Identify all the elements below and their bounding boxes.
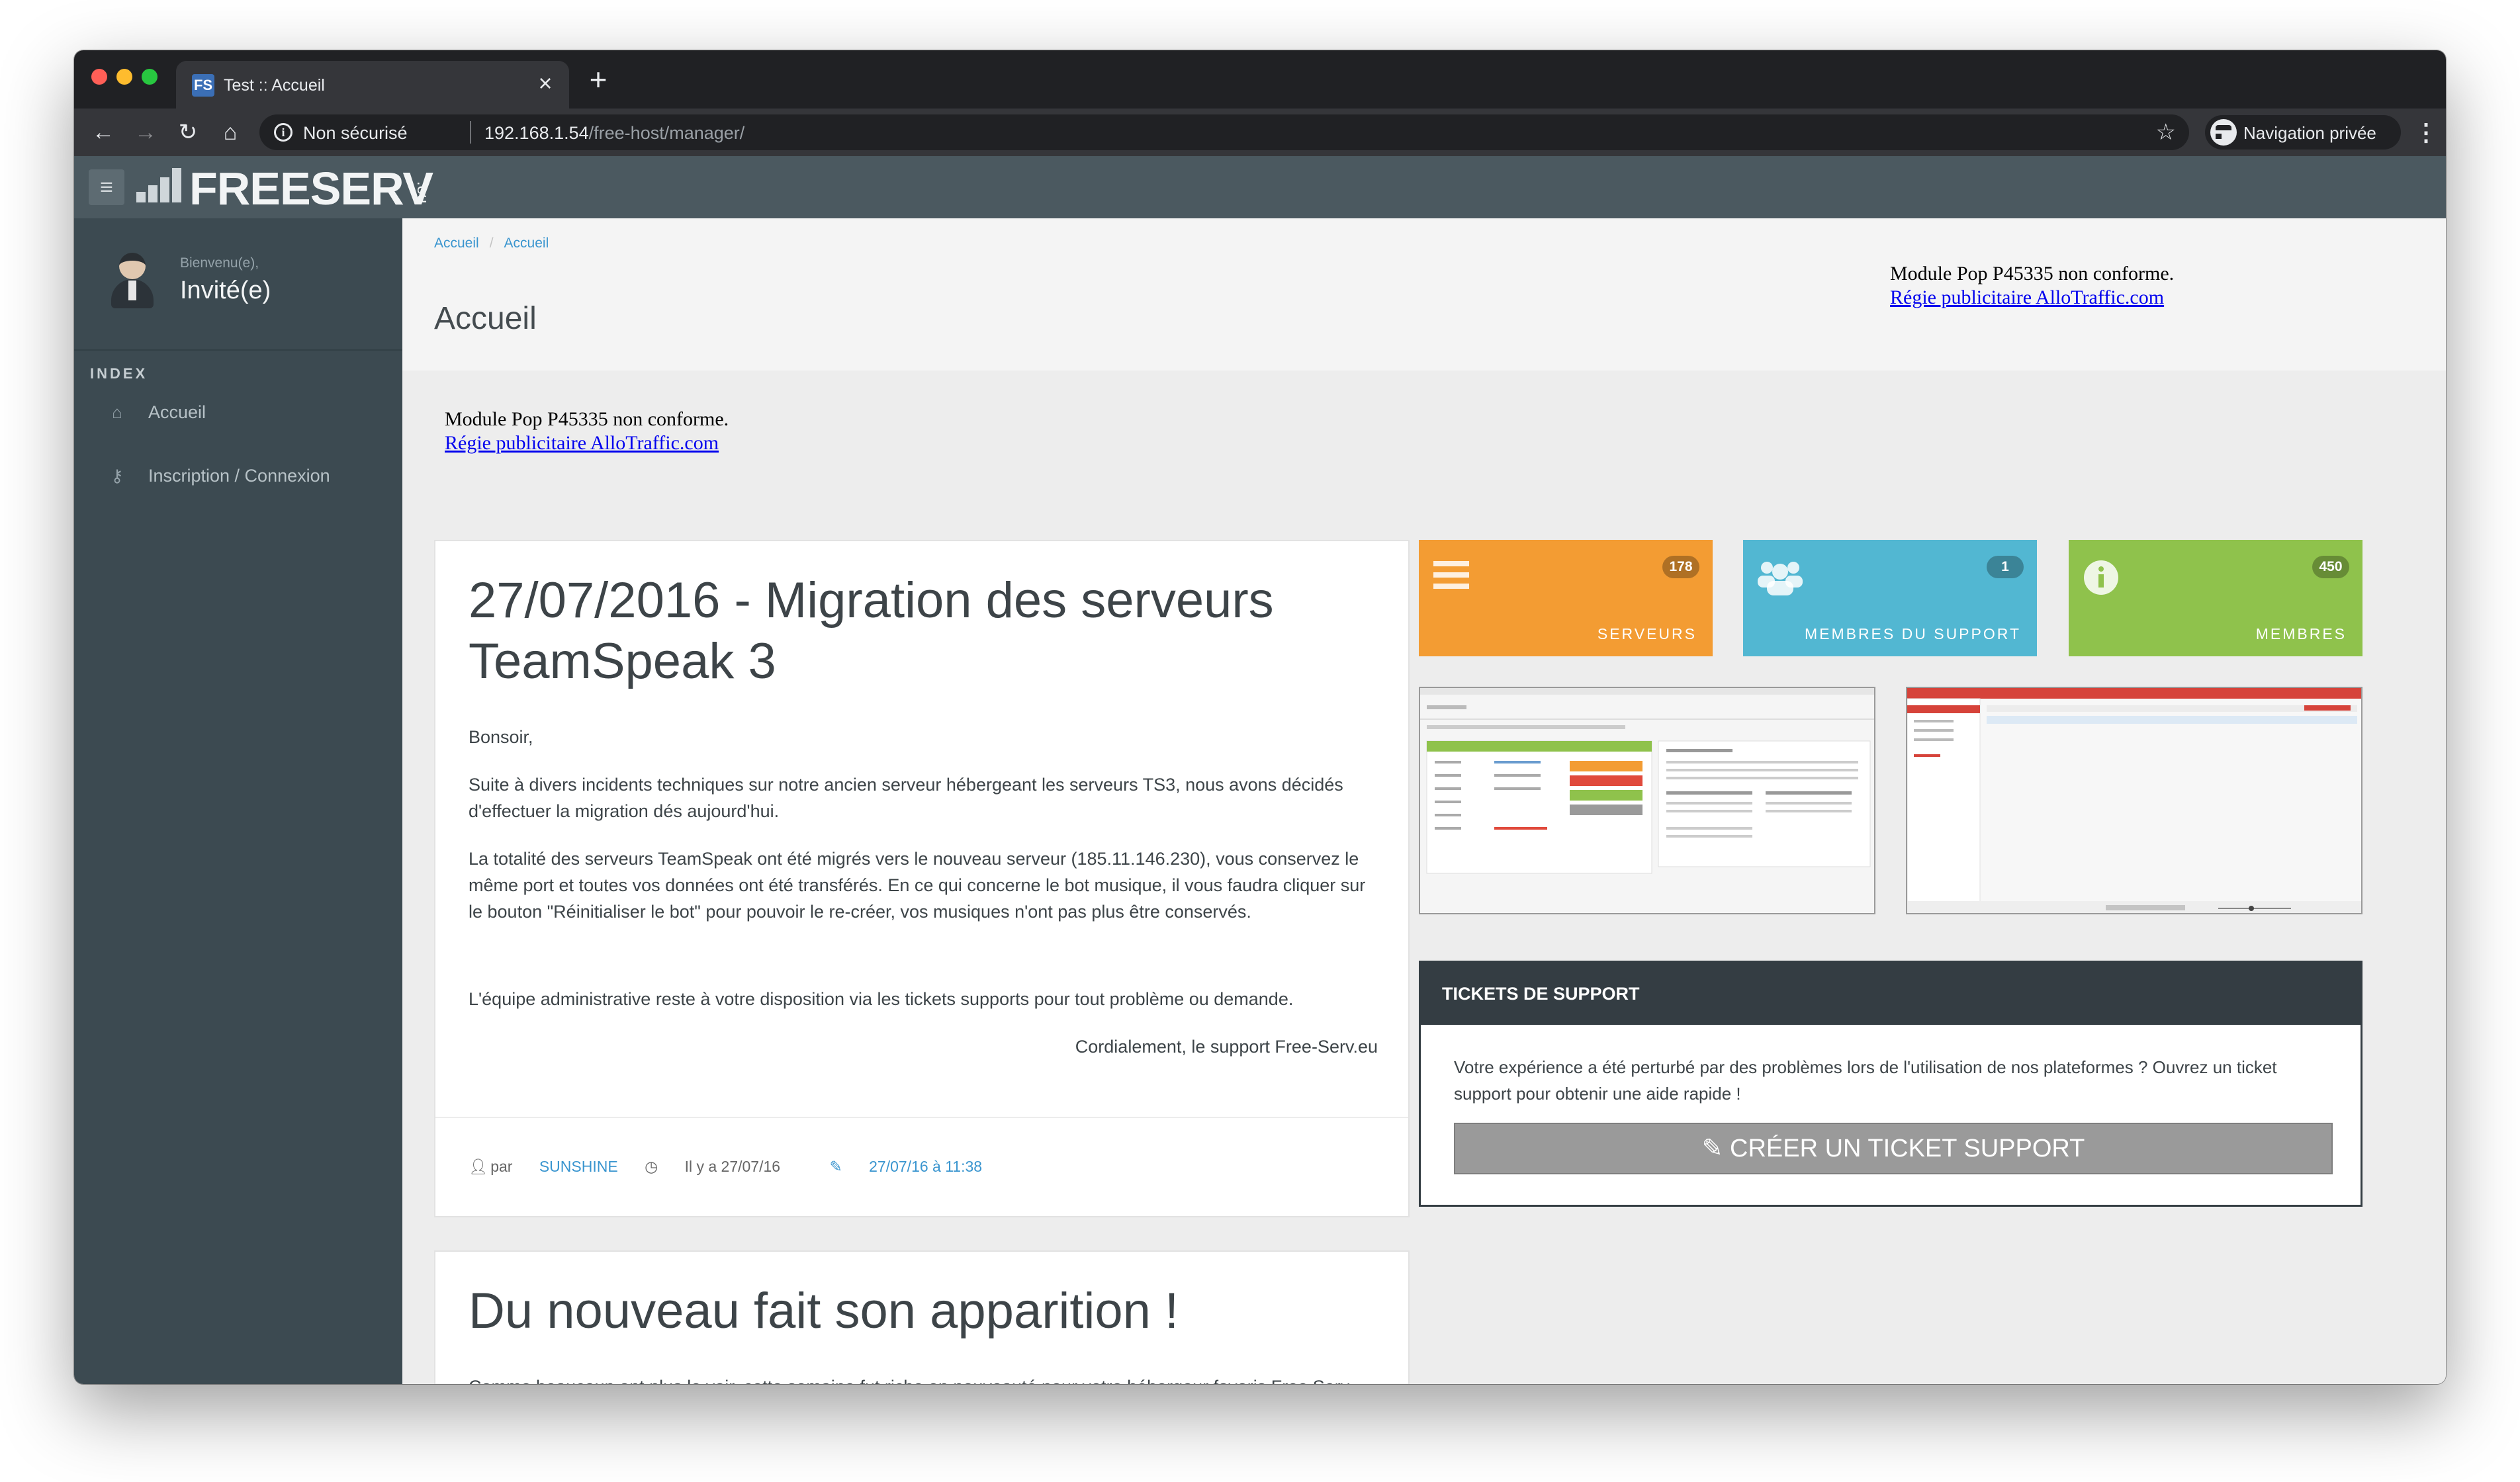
post-footer: 👤︎ par SUNSHINE ◷ Il y a 27/07/16 ✎ 27/07… — [435, 1117, 1408, 1216]
ad-banner-main: Module Pop P45335 non conforme. Régie pu… — [445, 408, 729, 455]
ad-banner-top: Module Pop P45335 non conforme. Régie pu… — [1890, 262, 2174, 310]
reload-icon[interactable]: ↻ — [172, 116, 204, 148]
info-icon[interactable]: i — [274, 123, 292, 142]
stat-label: MEMBRES DU SUPPORT — [1804, 625, 2021, 642]
sidebar-item-label: Inscription / Connexion — [148, 466, 330, 486]
incognito-indicator[interactable]: Navigation privée — [2205, 115, 2401, 150]
url-text[interactable]: 192.168.1.54/free-host/manager/ — [484, 123, 744, 143]
author: 👤︎ par SUNSHINE — [469, 1158, 618, 1175]
back-arrow-icon[interactable]: ← — [87, 116, 119, 148]
user-icon: 👤︎ — [469, 1158, 488, 1175]
post-paragraph: L'équipe administrative reste à votre di… — [469, 989, 1294, 1009]
post-paragraph: Bonsoir, — [469, 727, 533, 747]
zoom-window-button[interactable] — [142, 69, 158, 85]
page-header: Accueil / Accueil Accueil Module Pop P4533… — [402, 218, 2446, 370]
count-badge: 450 — [2312, 556, 2349, 578]
tab-bar: FS Test :: Accueil × + — [74, 50, 2446, 109]
ad-text: Module Pop P45335 non conforme. — [1890, 263, 2175, 284]
support-title: TICKETS DE SUPPORT — [1421, 963, 2361, 1025]
browser-menu-icon[interactable]: ⋮ — [2414, 116, 2438, 148]
close-tab-icon[interactable]: × — [533, 71, 557, 95]
security-label: Non sécurisé — [303, 123, 408, 143]
home-icon[interactable]: ⌂ — [214, 116, 246, 148]
logo-text: FREESERV — [189, 163, 433, 214]
ad-link[interactable]: Régie publicitaire AlloTraffic.com — [445, 431, 729, 455]
pencil-icon: ✎ — [829, 1158, 842, 1175]
breadcrumb-link[interactable]: Accueil — [434, 236, 479, 251]
stat-box-support[interactable]: 1 MEMBRES DU SUPPORT — [1743, 540, 2037, 656]
minimize-window-button[interactable] — [116, 69, 132, 85]
screenshot-thumbnail[interactable] — [1906, 687, 2362, 914]
stat-label: MEMBRES — [2255, 625, 2347, 642]
count-badge: 1 — [1987, 556, 2024, 578]
incognito-label: Navigation privée — [2243, 123, 2376, 143]
post-date-link[interactable]: ✎ 27/07/16 à 11:38 — [829, 1158, 1005, 1175]
stat-box-serveurs[interactable]: 178 SERVEURS — [1419, 540, 1713, 656]
music-bot-preview — [1907, 688, 2361, 913]
post-title: Du nouveau fait son apparition ! — [469, 1283, 1179, 1339]
breadcrumb: Accueil / Accueil — [434, 236, 549, 251]
list-icon — [1433, 561, 1469, 589]
post-meta: 👤︎ par SUNSHINE ◷ Il y a 27/07/16 ✎ 27/07… — [469, 1158, 1005, 1176]
tab-title: Test :: Accueil — [224, 76, 325, 95]
create-ticket-button[interactable]: ✎ CRÉER UN TICKET SUPPORT — [1454, 1123, 2333, 1174]
post-signature: Cordialement, le support Free-Serv.eu — [1075, 1037, 1378, 1057]
avatar — [109, 250, 156, 308]
welcome-text: Bienvenu(e), — [180, 255, 259, 271]
news-post: 27/07/2016 - Migration des serveurs Team… — [434, 540, 1410, 1217]
address-bar[interactable]: i Non sécurisé 192.168.1.54/free-host/ma… — [259, 114, 2189, 150]
browser-window: FS Test :: Accueil × + ← → ↻ ⌂ i Non séc… — [74, 50, 2446, 1384]
signal-bars-icon — [135, 163, 188, 212]
screenshot-thumbnail[interactable] — [1419, 687, 1875, 914]
news-post: Du nouveau fait son apparition ! Comme b… — [434, 1250, 1410, 1384]
ad-text: Module Pop P45335 non conforme. — [445, 408, 729, 430]
count-badge: 178 — [1662, 556, 1699, 578]
favicon-icon: FS — [192, 74, 214, 97]
key-icon: ⚷ — [111, 466, 124, 486]
post-age: ◷ Il y a 27/07/16 — [645, 1158, 781, 1175]
home-icon: ⌂ — [112, 402, 122, 422]
hamburger-menu-icon[interactable]: ≡ — [89, 169, 124, 205]
post-title: 27/07/2016 - Migration des serveurs Team… — [469, 572, 1274, 689]
sidebar-item-accueil[interactable]: ⌂ Accueil — [74, 392, 402, 431]
sidebar: Bienvenu(e), Invité(e) INDEX ⌂ Accueil ⚷… — [74, 218, 402, 1384]
users-icon — [1758, 562, 1803, 595]
sidebar-item-inscription[interactable]: ⚷ Inscription / Connexion — [74, 455, 402, 495]
sidebar-item-label: Accueil — [148, 402, 206, 422]
info-icon — [2084, 560, 2118, 595]
sidebar-heading: INDEX — [90, 365, 148, 382]
forward-arrow-icon[interactable]: → — [130, 116, 161, 148]
breadcrumb-separator: / — [489, 236, 494, 251]
teamspeak-panel-preview — [1420, 688, 1874, 913]
support-text: Votre expérience a été perturbé par des … — [1454, 1057, 2277, 1104]
browser-tab[interactable]: FS Test :: Accueil × — [176, 61, 569, 109]
pencil-icon: ✎ — [1701, 1135, 1723, 1162]
clock-icon: ◷ — [645, 1158, 658, 1175]
breadcrumb-current[interactable]: Accueil — [504, 236, 549, 251]
post-paragraph: La totalité des serveurs TeamSpeak ont é… — [469, 849, 1366, 922]
new-tab-button[interactable]: + — [584, 64, 613, 95]
incognito-icon — [2210, 119, 2243, 146]
close-window-button[interactable] — [91, 69, 107, 85]
post-paragraph: Comme beaucoup ont plus le voir, cette s… — [469, 1373, 1378, 1384]
ad-link[interactable]: Régie publicitaire AlloTraffic.com — [1890, 286, 2174, 310]
browser-toolbar: ← → ↻ ⌂ i Non sécurisé 192.168.1.54/free… — [74, 109, 2446, 156]
username: Invité(e) — [180, 277, 271, 304]
bookmark-star-icon[interactable]: ☆ — [2156, 120, 2176, 145]
site-header: ≡ FREESERV .eu — [74, 156, 2446, 218]
page-title: Accueil — [434, 301, 537, 336]
post-paragraph: Suite à divers incidents techniques sur … — [469, 775, 1343, 821]
author-link[interactable]: SUNSHINE — [539, 1158, 618, 1175]
logo-suffix: .eu — [414, 181, 431, 204]
support-panel: TICKETS DE SUPPORT Votre expérience a ét… — [1419, 961, 2362, 1207]
user-panel: Bienvenu(e), Invité(e) — [74, 218, 402, 351]
stat-label: SERVEURS — [1597, 625, 1697, 642]
main-content: Accueil / Accueil Accueil Module Pop P4533… — [402, 218, 2446, 1384]
stat-box-membres[interactable]: 450 MEMBRES — [2069, 540, 2362, 656]
address-separator — [470, 121, 471, 144]
